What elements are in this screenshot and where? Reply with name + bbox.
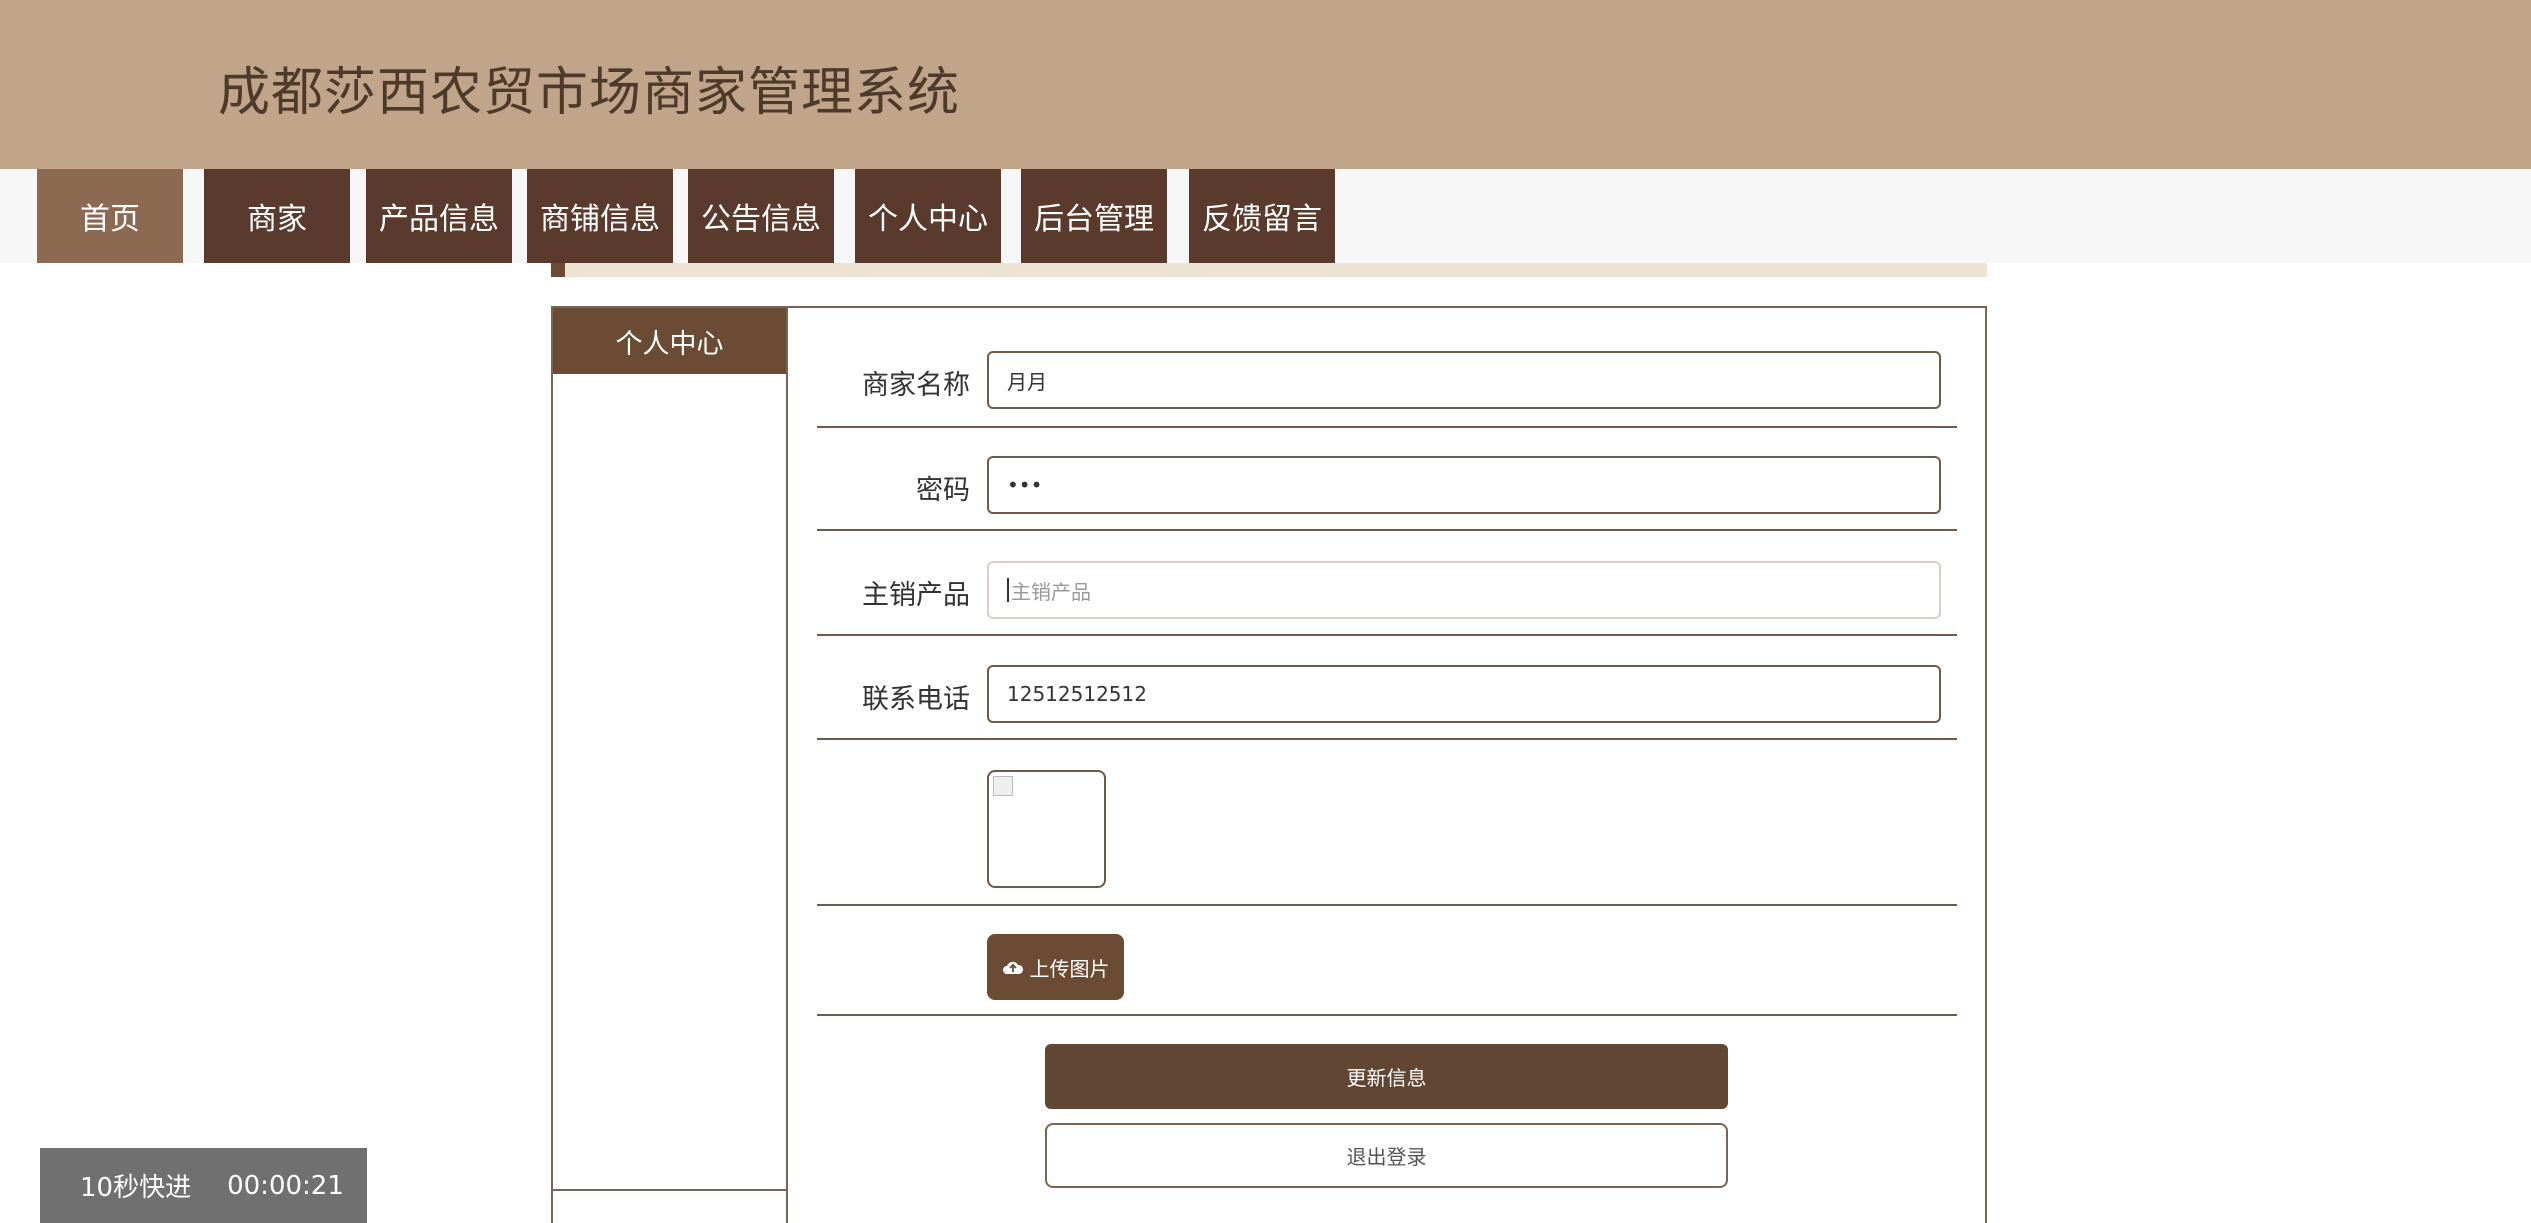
password-value: ••• bbox=[1007, 473, 1043, 497]
row-divider bbox=[817, 738, 1957, 740]
cloud-upload-icon bbox=[1002, 961, 1023, 974]
row-divider bbox=[817, 634, 1957, 636]
panel-divider bbox=[786, 306, 788, 1223]
logout-button[interactable]: 退出登录 bbox=[1045, 1123, 1728, 1188]
nav-item-products[interactable]: 产品信息 bbox=[366, 169, 512, 263]
password-label: 密码 bbox=[916, 475, 970, 506]
nav-item-notices[interactable]: 公告信息 bbox=[688, 169, 834, 263]
sidebar-title[interactable]: 个人中心 bbox=[553, 308, 786, 374]
main-product-label: 主销产品 bbox=[862, 580, 970, 611]
update-info-button[interactable]: 更新信息 bbox=[1045, 1044, 1728, 1109]
phone-input[interactable]: 12512512512 bbox=[987, 665, 1941, 723]
nav-item-shops[interactable]: 商铺信息 bbox=[527, 169, 673, 263]
nav-item-home[interactable]: 首页 bbox=[37, 169, 183, 263]
main-product-input[interactable]: 主销产品 bbox=[987, 561, 1941, 619]
phone-value: 12512512512 bbox=[1007, 682, 1147, 706]
nav-item-feedback[interactable]: 反馈留言 bbox=[1189, 169, 1335, 263]
row-divider bbox=[817, 904, 1957, 906]
playback-time: 00:00:21 bbox=[227, 1170, 344, 1201]
main-product-placeholder: 主销产品 bbox=[1011, 579, 1091, 604]
site-title: 成都莎西农贸市场商家管理系统 bbox=[218, 63, 961, 123]
row-divider bbox=[817, 529, 1957, 531]
main-nav: 首页 商家 产品信息 商铺信息 公告信息 个人中心 后台管理 反馈留言 bbox=[0, 169, 2531, 263]
merchant-name-input[interactable]: 月月 bbox=[987, 351, 1941, 409]
accent-bar bbox=[551, 263, 1987, 277]
site-header: 成都莎西农贸市场商家管理系统 bbox=[0, 0, 2531, 169]
text-caret bbox=[1007, 578, 1009, 602]
sidebar: 个人中心 bbox=[551, 306, 788, 1191]
fast-forward-label[interactable]: 10秒快进 bbox=[80, 1167, 191, 1204]
merchant-name-value: 月月 bbox=[1007, 369, 1047, 394]
broken-image-icon bbox=[993, 776, 1013, 796]
playback-overlay: 10秒快进 00:00:21 bbox=[40, 1148, 367, 1223]
row-divider bbox=[817, 1014, 1957, 1016]
password-input[interactable]: ••• bbox=[987, 456, 1941, 514]
nav-item-admin[interactable]: 后台管理 bbox=[1021, 169, 1167, 263]
merchant-name-label: 商家名称 bbox=[862, 370, 970, 401]
phone-label: 联系电话 bbox=[862, 684, 970, 715]
upload-image-button[interactable]: 上传图片 bbox=[987, 934, 1124, 1000]
nav-item-merchant[interactable]: 商家 bbox=[204, 169, 350, 263]
upload-image-label: 上传图片 bbox=[1029, 956, 1110, 981]
avatar-image bbox=[987, 770, 1106, 888]
nav-item-profile[interactable]: 个人中心 bbox=[855, 169, 1001, 263]
row-divider bbox=[817, 426, 1957, 428]
